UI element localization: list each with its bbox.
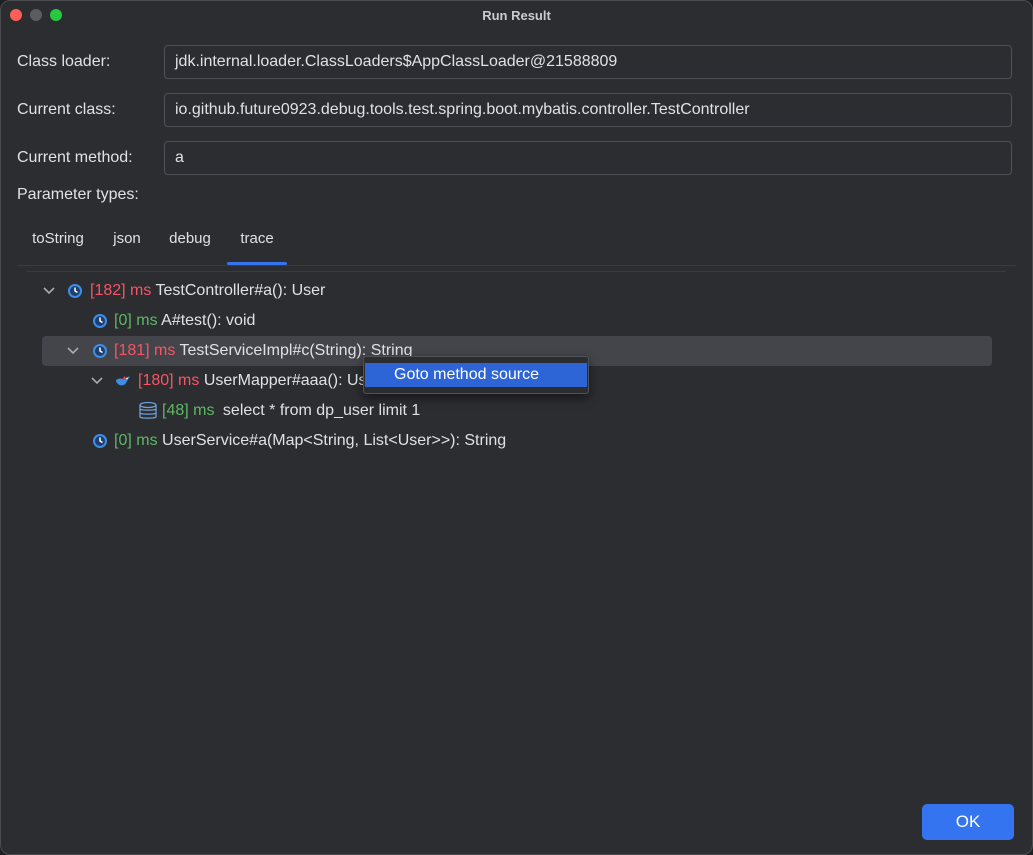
trace-unit: ms (154, 342, 176, 359)
tab-tostring[interactable]: toString (17, 223, 99, 263)
trace-signature: select * from dp_user limit 1 (222, 402, 421, 419)
chevron-down-icon[interactable] (65, 336, 81, 366)
trace-unit: ms (193, 402, 215, 419)
trace-cost: [0] (114, 432, 132, 449)
tree-top-border (27, 271, 1006, 272)
title-bar: Run Result (1, 1, 1032, 31)
trace-cost: [48] (162, 402, 189, 419)
trace-signature: A#test(): void (161, 312, 256, 329)
parameter-types-label: Parameter types: (17, 186, 139, 203)
class-loader-field[interactable]: jdk.internal.loader.ClassLoaders$AppClas… (164, 45, 1012, 79)
window-title: Run Result (482, 8, 551, 23)
database-icon (139, 401, 157, 419)
trace-cost: [180] (138, 372, 174, 389)
trace-cost: [181] (114, 342, 150, 359)
trace-cost: [0] (114, 312, 132, 329)
mybatis-bird-icon (116, 376, 130, 386)
trace-unit: ms (136, 312, 158, 329)
clock-icon (68, 284, 82, 298)
context-menu: Goto method source (363, 356, 589, 394)
ok-button[interactable]: OK (922, 804, 1014, 840)
chevron-down-icon[interactable] (41, 276, 57, 306)
run-result-dialog: Run Result Class loader: jdk.internal.lo… (0, 0, 1033, 855)
trace-cost: [182] (90, 282, 126, 299)
trace-signature: TestController#a(): User (155, 282, 326, 299)
goto-method-source-menu-item[interactable]: Goto method source (365, 363, 587, 387)
current-method-label: Current method: (17, 149, 133, 166)
current-class-label: Current class: (17, 101, 116, 118)
trace-signature: UserMapper#aaa(): User (203, 372, 381, 389)
trace-unit: ms (136, 432, 158, 449)
trace-unit: ms (130, 282, 152, 299)
tab-debug[interactable]: debug (159, 223, 221, 263)
tab-json[interactable]: json (103, 223, 151, 263)
tab-trace[interactable]: trace (227, 223, 287, 265)
class-loader-label: Class loader: (17, 53, 111, 70)
clock-icon (93, 434, 107, 448)
trace-signature: UserService#a(Map<String, List<User>>): … (162, 432, 507, 449)
clock-icon (93, 344, 107, 358)
tabs-divider (17, 265, 1016, 266)
current-method-field[interactable]: a (164, 141, 1012, 175)
trace-unit: ms (178, 372, 200, 389)
current-class-field[interactable]: io.github.future0923.debug.tools.test.sp… (164, 93, 1012, 127)
clock-icon (93, 314, 107, 328)
chevron-down-icon[interactable] (89, 366, 105, 396)
